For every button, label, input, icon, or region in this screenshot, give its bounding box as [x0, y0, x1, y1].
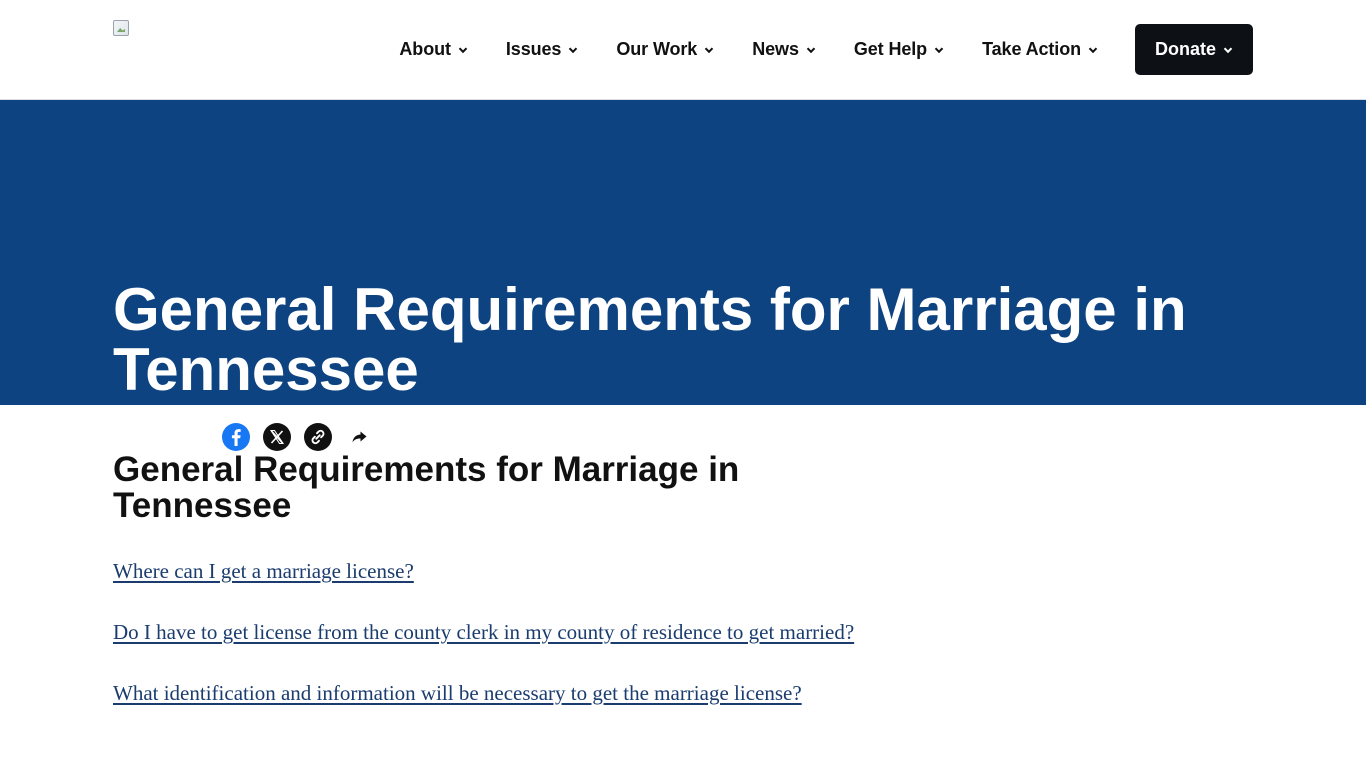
page-title: General Requirements for Marriage in Ten… — [113, 276, 1187, 403]
nav-item-get-help[interactable]: Get Help — [854, 39, 944, 60]
faq-link-county-residence[interactable]: Do I have to get license from the county… — [113, 617, 873, 647]
share-label: Share this page — [113, 429, 210, 445]
chevron-down-icon — [1223, 45, 1233, 55]
chevron-down-icon — [1088, 45, 1098, 55]
hero-banner: General Requirements for Marriage in Ten… — [0, 100, 1366, 451]
chevron-down-icon — [934, 45, 944, 55]
faq-link-identification[interactable]: What identification and information will… — [113, 678, 873, 708]
nav-item-label: Take Action — [982, 39, 1081, 59]
donate-button[interactable]: Donate — [1135, 24, 1253, 75]
section-heading: General Requirements for Marriage in Ten… — [113, 450, 740, 525]
nav-item-label: Get Help — [853, 39, 928, 59]
faq-link-where-license[interactable]: Where can I get a marriage license? — [113, 556, 873, 586]
chevron-down-icon — [806, 45, 816, 55]
facebook-icon[interactable] — [221, 423, 250, 451]
donate-label: Donate — [1154, 39, 1216, 59]
link-icon[interactable] — [303, 423, 332, 451]
nav-item-issues[interactable]: Issues — [506, 39, 578, 60]
chevron-down-icon — [568, 45, 578, 55]
main-nav: About Issues Our Work News Get Help Take… — [399, 0, 1253, 99]
nav-item-about[interactable]: About — [399, 39, 468, 60]
faq-link-list: Where can I get a marriage license? Do I… — [113, 556, 873, 708]
chevron-down-icon — [458, 45, 468, 55]
nav-item-label: News — [752, 39, 799, 59]
share-forward-icon[interactable] — [344, 423, 373, 451]
nav-item-label: About — [399, 39, 451, 59]
x-icon[interactable] — [262, 423, 291, 451]
nav-item-our-work[interactable]: Our Work — [616, 39, 714, 60]
nav-item-label: Issues — [505, 39, 562, 59]
chevron-down-icon — [704, 45, 714, 55]
logo-image[interactable] — [113, 20, 129, 36]
share-bar: Share this page — [113, 423, 386, 451]
nav-item-label: Our Work — [616, 39, 698, 59]
main-content: General Requirements for Marriage in Ten… — [113, 452, 873, 739]
nav-item-take-action[interactable]: Take Action — [982, 39, 1098, 60]
site-header: About Issues Our Work News Get Help Take… — [0, 0, 1366, 100]
nav-item-news[interactable]: News — [752, 39, 816, 60]
